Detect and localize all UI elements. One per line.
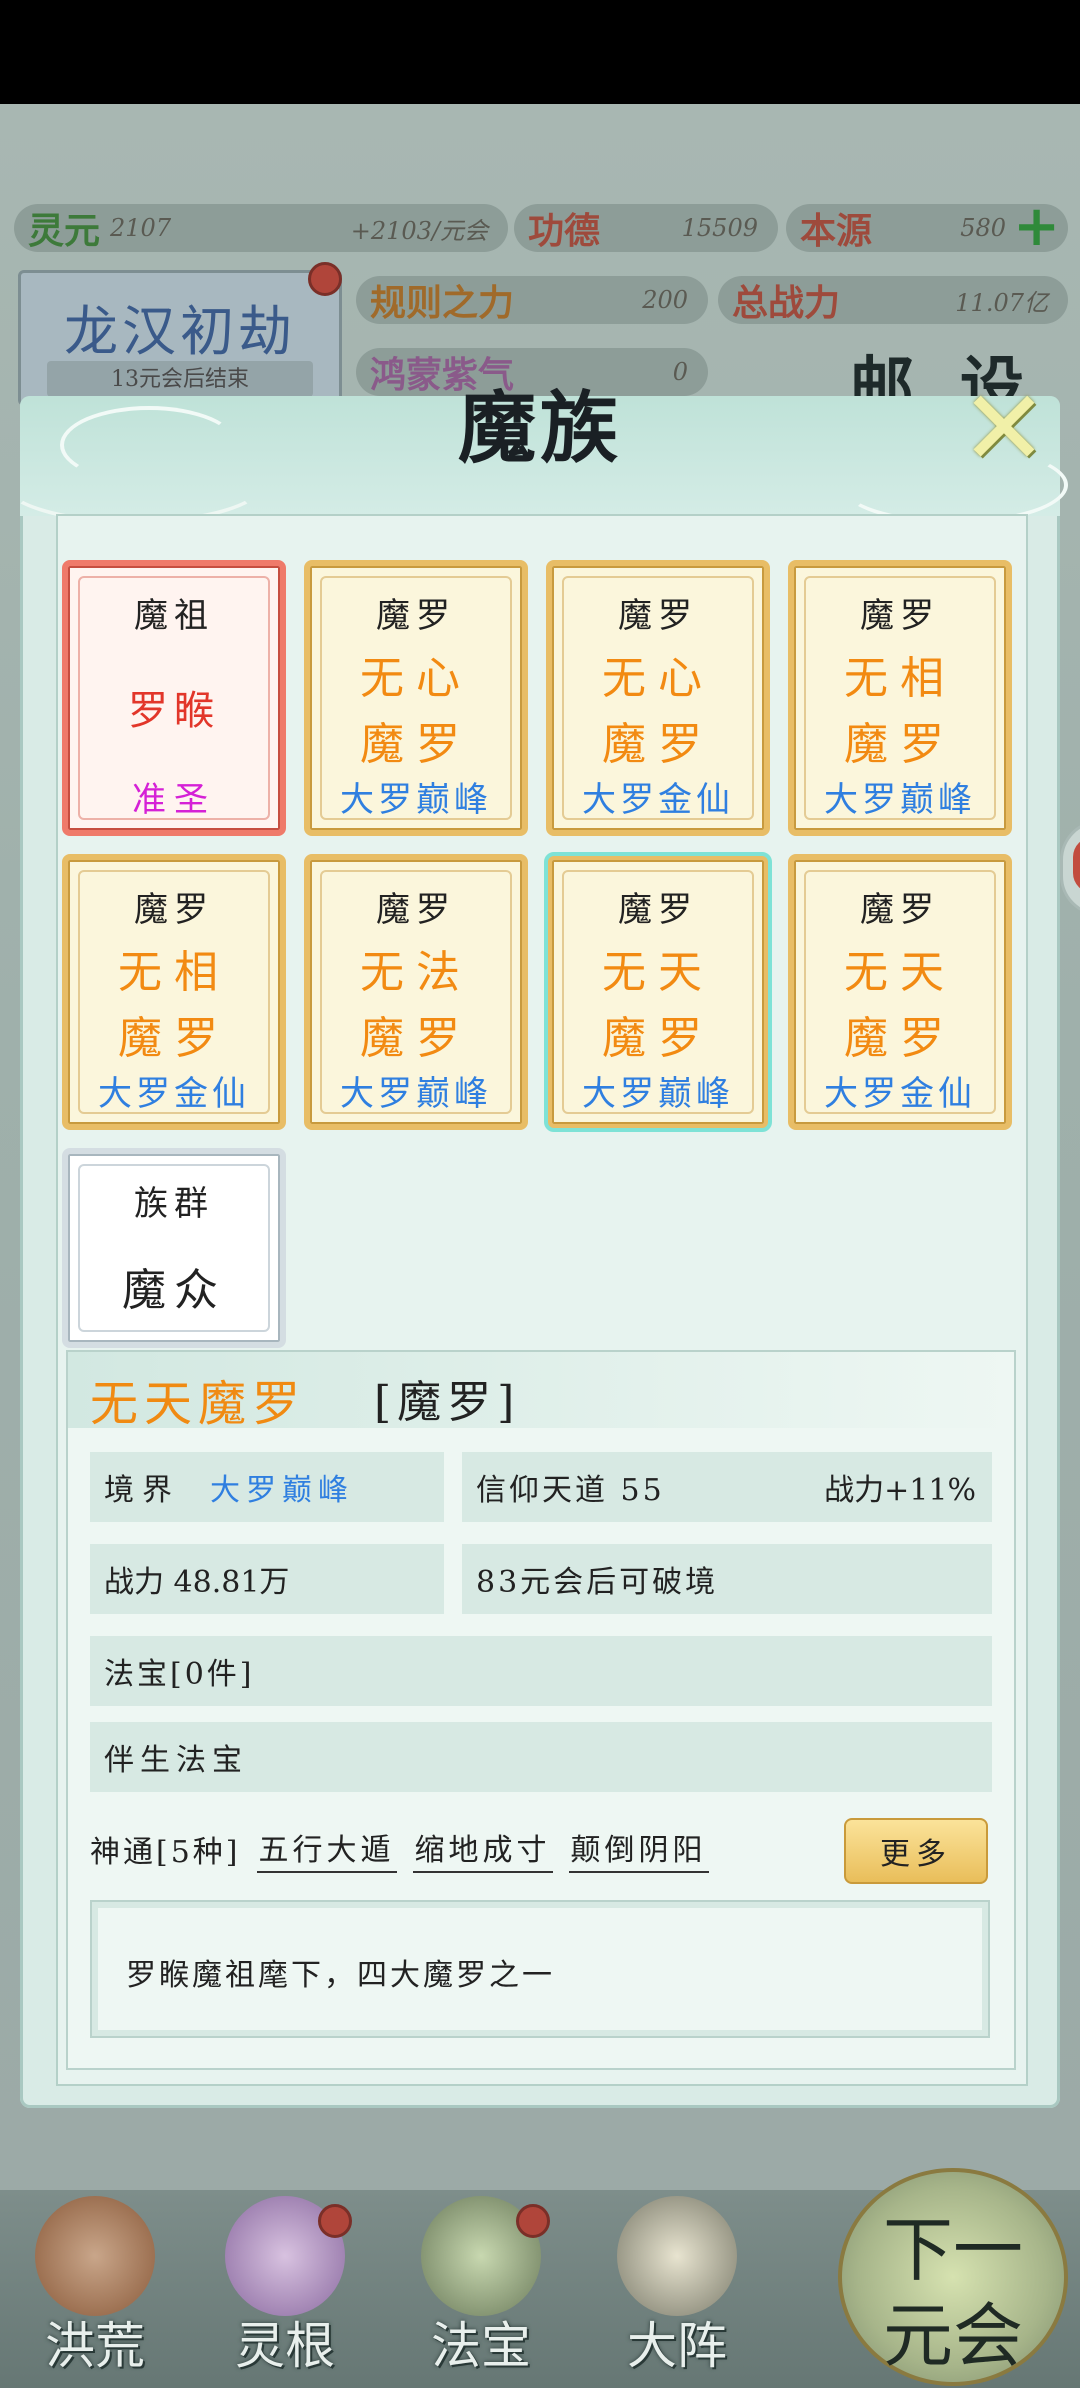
- card-l3: 魔罗: [844, 719, 956, 770]
- card-l4: 准圣: [132, 780, 216, 820]
- faith-row: 信仰天道 55 战力+11%: [462, 1452, 992, 1522]
- card-l4: 大罗巅峰: [582, 1074, 734, 1114]
- stat-zongzhanli-value: 11.07亿: [955, 288, 1048, 317]
- card-l2: 魔众: [122, 1265, 226, 1316]
- stat-lingyuan-label: 灵元: [28, 210, 101, 252]
- plus-icon[interactable]: +: [1013, 198, 1060, 254]
- mountain-icon: [35, 2196, 155, 2316]
- card-l1: 族群: [134, 1184, 214, 1224]
- nav-linggen-dot: [318, 2204, 352, 2238]
- nav-dazhen-label: 大阵: [627, 2317, 727, 2375]
- modal-title: 魔族: [457, 383, 622, 474]
- stat-lingyuan-rate: +2103/元会: [350, 216, 488, 245]
- nav-linggen-label: 灵根: [235, 2317, 335, 2375]
- stat-lingyuan-value: 2107: [110, 214, 172, 242]
- card-l2: 无天: [602, 947, 714, 998]
- next-era-button[interactable]: 下一 元会: [838, 2168, 1068, 2386]
- card-l2: 无相: [844, 653, 956, 704]
- stat-gongde-label: 功德: [528, 210, 601, 252]
- treasures-row[interactable]: 法宝[0件]: [90, 1636, 992, 1706]
- card-l1: 魔罗: [860, 596, 940, 636]
- stat-lingyuan: 灵元 2107 +2103/元会: [14, 204, 508, 252]
- skill-item[interactable]: 缩地成寸: [412, 1825, 553, 1873]
- skills-label: 神通[5种]: [90, 1835, 241, 1870]
- skill-item[interactable]: 五行大遁: [256, 1825, 397, 1873]
- detail-name: 无天魔罗: [90, 1376, 307, 1432]
- card-l2: 罗睺: [128, 688, 220, 734]
- card-l4: 大罗金仙: [582, 780, 734, 820]
- stat-guize-value: 200: [642, 286, 688, 314]
- card-l1: 魔罗: [618, 890, 698, 930]
- member-card[interactable]: 魔罗 无心 魔罗 大罗巅峰: [304, 560, 528, 836]
- card-l4: 大罗巅峰: [340, 1074, 492, 1114]
- card-l1: 魔罗: [134, 890, 214, 930]
- stat-zongzhanli: 总战力 11.07亿: [718, 276, 1068, 324]
- card-l2: 无心: [602, 653, 714, 704]
- card-l4: 大罗金仙: [98, 1074, 250, 1114]
- breakthrough-row: 83元会后可破境: [462, 1544, 992, 1614]
- next-era-line2: 元会: [883, 2295, 1023, 2377]
- breakthrough-text: 83元会后可破境: [476, 1565, 719, 1600]
- card-l1: 魔罗: [618, 596, 698, 636]
- card-l3: 魔罗: [844, 1013, 956, 1064]
- card-l3: 魔罗: [360, 1013, 472, 1064]
- card-l1: 魔祖: [134, 596, 214, 636]
- close-icon[interactable]: ✕: [956, 376, 1052, 480]
- card-l2: 无法: [360, 947, 472, 998]
- nav-honghuang-label: 洪荒: [45, 2317, 145, 2375]
- realm-value: 大罗巅峰: [210, 1473, 354, 1508]
- power-bonus: 战力+11%: [824, 1473, 976, 1508]
- power-value: 战力 48.81万: [104, 1565, 290, 1600]
- card-l3: 魔罗: [360, 719, 472, 770]
- skill-item[interactable]: 颠倒阴阳: [568, 1825, 709, 1873]
- power-row: 战力 48.81万: [90, 1544, 444, 1614]
- member-card[interactable]: 魔罗 无天 魔罗 大罗金仙: [788, 854, 1012, 1130]
- card-l2: 无天: [844, 947, 956, 998]
- stat-gongde: 功德 15509: [514, 204, 778, 252]
- bound-treasure-row[interactable]: 伴生法宝: [90, 1722, 992, 1792]
- nav-fabao-label: 法宝: [431, 2317, 531, 2375]
- nav-dazhen[interactable]: 大阵: [592, 2178, 762, 2378]
- member-card[interactable]: 魔罗 无天 魔罗 大罗巅峰: [544, 852, 772, 1132]
- card-l3: 魔罗: [118, 1013, 230, 1064]
- stat-guize-label: 规则之力: [370, 282, 515, 324]
- member-card[interactable]: 魔祖 罗睺 准圣: [62, 560, 286, 836]
- detail-tag: [魔罗]: [374, 1377, 521, 1428]
- era-title: 龙汉初劫: [64, 300, 296, 363]
- faith-value: 信仰天道 55: [476, 1473, 665, 1508]
- member-card[interactable]: 魔罗 无心 魔罗 大罗金仙: [546, 560, 770, 836]
- member-card[interactable]: 魔罗 无法 魔罗 大罗巅峰: [304, 854, 528, 1130]
- stat-gongde-value: 15509: [681, 214, 758, 242]
- nav-fabao-dot: [516, 2204, 550, 2238]
- stat-guize: 规则之力 200: [356, 276, 708, 324]
- bound-treasure-text: 伴生法宝: [104, 1743, 248, 1778]
- card-l1: 魔罗: [376, 890, 456, 930]
- detail-header: 无天魔罗 [魔罗]: [68, 1352, 1014, 1432]
- nav-honghuang[interactable]: 洪荒: [10, 2178, 180, 2378]
- stat-benyuan[interactable]: 本源 580 +: [786, 198, 1068, 254]
- member-card[interactable]: 族群 魔众: [62, 1148, 286, 1348]
- member-card[interactable]: 魔罗 无相 魔罗 大罗金仙: [62, 854, 286, 1130]
- treasures-text: 法宝[0件]: [104, 1657, 255, 1692]
- card-l2: 无心: [360, 653, 472, 704]
- card-l1: 魔罗: [860, 890, 940, 930]
- card-l4: 大罗巅峰: [824, 780, 976, 820]
- realm-label: 境界: [104, 1473, 180, 1508]
- more-button[interactable]: 更多: [844, 1818, 988, 1884]
- card-l4: 大罗金仙: [824, 1074, 976, 1114]
- card-l3: 魔罗: [602, 719, 714, 770]
- era-notification-dot: [308, 262, 342, 296]
- card-l2: 无相: [118, 947, 230, 998]
- member-card[interactable]: 魔罗 无相 魔罗 大罗巅峰: [788, 560, 1012, 836]
- description-text: 罗睺魔祖麾下，四大魔罗之一: [126, 1958, 555, 1993]
- card-l1: 魔罗: [376, 596, 456, 636]
- detail-panel: 无天魔罗 [魔罗] 境界 大罗巅峰 信仰天道 55 战力+11% 战力 48.8…: [66, 1350, 1016, 2070]
- stat-benyuan-label: 本源: [800, 210, 873, 252]
- card-l4: 大罗巅峰: [340, 780, 492, 820]
- realm-row: 境界 大罗巅峰: [90, 1452, 444, 1522]
- description-box: 罗睺魔祖麾下，四大魔罗之一: [90, 1900, 990, 2038]
- stat-zongzhanli-label: 总战力: [732, 282, 841, 324]
- card-l3: 魔罗: [602, 1013, 714, 1064]
- yin-yang-icon: [617, 2196, 737, 2316]
